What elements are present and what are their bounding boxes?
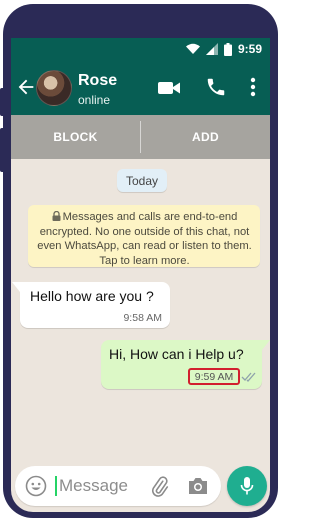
encryption-notice[interactable]: Messages and calls are end-to-end encryp… <box>28 205 260 267</box>
contact-status: online <box>78 93 111 107</box>
message-text: Hi, How can i Help u? <box>109 346 244 362</box>
message-composer <box>15 466 221 506</box>
status-icons: 9:59 <box>185 42 262 56</box>
phone-icon[interactable] <box>205 76 227 98</box>
camera-icon[interactable] <box>187 476 209 496</box>
message-input[interactable] <box>59 474 144 498</box>
lock-icon <box>52 211 61 221</box>
outgoing-message[interactable]: Hi, How can i Help u? 9:59 AM <box>101 340 270 389</box>
battery-icon <box>223 42 232 56</box>
chat-screen: 9:59 Rose online BLOCK ADD Today Message… <box>11 38 270 512</box>
status-time: 9:59 <box>237 42 262 56</box>
add-contact-button[interactable]: ADD <box>141 115 270 159</box>
paperclip-icon[interactable] <box>148 475 170 497</box>
more-vert-icon[interactable] <box>243 76 263 98</box>
signal-icon <box>205 43 218 55</box>
volume-down-key <box>0 128 5 172</box>
highlighted-message-time: 9:59 AM <box>188 368 240 385</box>
encryption-notice-text: Messages and calls are end-to-end encryp… <box>37 211 252 267</box>
chat-header: Rose online <box>11 60 270 115</box>
unknown-contact-actions: BLOCK ADD <box>11 115 270 159</box>
video-icon[interactable] <box>157 78 181 98</box>
message-text: Hello how are you ? <box>30 288 154 304</box>
arrow-left-icon[interactable] <box>15 76 37 98</box>
date-chip: Today <box>117 169 167 192</box>
voice-record-button[interactable] <box>227 466 267 506</box>
mic-icon <box>240 477 254 495</box>
avatar[interactable] <box>36 70 72 106</box>
wifi-icon <box>185 43 200 54</box>
message-time: 9:58 AM <box>123 312 162 324</box>
emoji-icon[interactable] <box>25 475 47 497</box>
status-bar: 9:59 <box>11 38 270 60</box>
double-tick-icon <box>241 372 256 382</box>
contact-name[interactable]: Rose <box>78 72 117 90</box>
volume-up-key <box>0 88 5 116</box>
text-caret <box>55 476 57 496</box>
block-button[interactable]: BLOCK <box>11 115 140 159</box>
incoming-message[interactable]: Hello how are you ? 9:58 AM <box>12 282 170 328</box>
